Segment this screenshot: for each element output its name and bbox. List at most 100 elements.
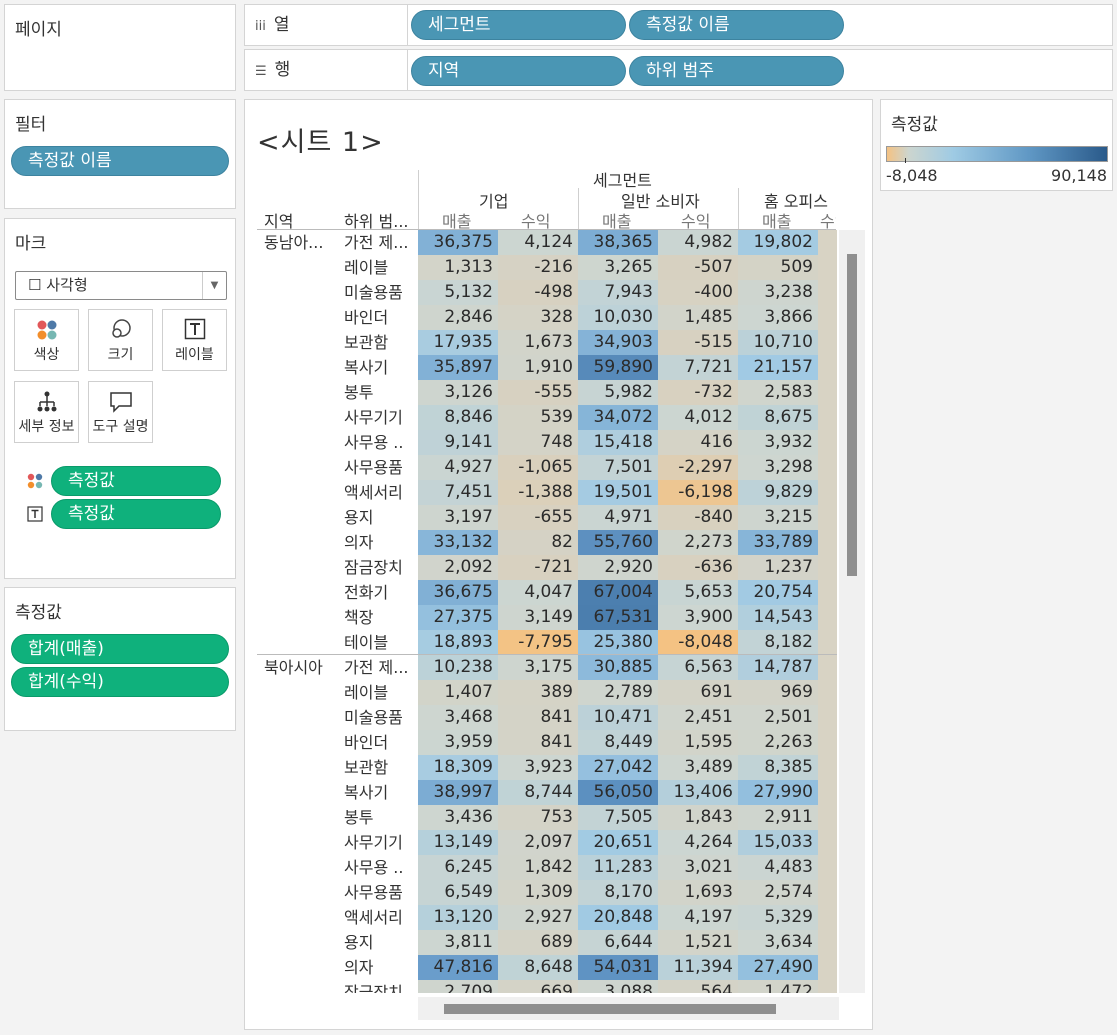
heatmap-cell[interactable]: 6,644 bbox=[578, 930, 658, 955]
heatmap-cell[interactable]: 2,574 bbox=[738, 880, 818, 905]
heatmap-cell[interactable]: 2,709 bbox=[418, 980, 498, 993]
heatmap-cell[interactable]: -655 bbox=[498, 505, 578, 530]
heatmap-cell[interactable]: 27,375 bbox=[418, 605, 498, 630]
heatmap-cell[interactable]: 8,744 bbox=[498, 780, 578, 805]
heatmap-cell[interactable]: 3,811 bbox=[418, 930, 498, 955]
heatmap-cell[interactable]: 2,092 bbox=[418, 555, 498, 580]
heatmap-cell[interactable]: 969 bbox=[738, 680, 818, 705]
heatmap-cell[interactable]: 13,406 bbox=[658, 780, 738, 805]
heatmap-cell[interactable]: 1,309 bbox=[498, 880, 578, 905]
heatmap-cell[interactable]: -216 bbox=[498, 255, 578, 280]
region-label[interactable]: 북아시아 bbox=[264, 655, 342, 680]
heatmap-cell[interactable]: 34,903 bbox=[578, 330, 658, 355]
heatmap-cell[interactable]: 3,436 bbox=[418, 805, 498, 830]
subcategory-label[interactable]: 사무용 .. bbox=[344, 855, 418, 880]
heatmap-cell[interactable]: 1,313 bbox=[418, 255, 498, 280]
heatmap-cell[interactable]: 14,787 bbox=[738, 655, 818, 680]
heatmap-cell[interactable]: -636 bbox=[658, 555, 738, 580]
subcategory-label[interactable]: 가전 제... bbox=[344, 655, 418, 680]
subcategory-label[interactable]: 바인더 bbox=[344, 305, 418, 330]
subcategory-label[interactable]: 레이블 bbox=[344, 680, 418, 705]
heatmap-cell[interactable]: -515 bbox=[658, 330, 738, 355]
filters-panel[interactable]: 필터 측정값 이름 bbox=[4, 99, 236, 209]
heatmap-cell[interactable]: 25,380 bbox=[578, 630, 658, 655]
heatmap-cell[interactable]: 10,471 bbox=[578, 705, 658, 730]
subcategory-label[interactable]: 사무용품 bbox=[344, 880, 418, 905]
heatmap-cell[interactable]: 27,490 bbox=[738, 955, 818, 980]
heatmap-cell[interactable]: 2,273 bbox=[658, 530, 738, 555]
heatmap-cell[interactable]: 6,245 bbox=[418, 855, 498, 880]
heatmap-cell[interactable]: 1,485 bbox=[658, 305, 738, 330]
subcategory-label[interactable]: 전화기 bbox=[344, 580, 418, 605]
heatmap-cell[interactable]: 3,021 bbox=[658, 855, 738, 880]
heatmap-cell[interactable]: -840 bbox=[658, 505, 738, 530]
heatmap-cell[interactable]: 33,132 bbox=[418, 530, 498, 555]
size-button[interactable]: 크기 bbox=[88, 309, 153, 371]
subcategory-label[interactable]: 바인더 bbox=[344, 730, 418, 755]
heatmap-cell[interactable]: 3,923 bbox=[498, 755, 578, 780]
heatmap-cell[interactable]: 67,004 bbox=[578, 580, 658, 605]
heatmap-cell[interactable]: 35,897 bbox=[418, 355, 498, 380]
heatmap-cell[interactable]: 18,893 bbox=[418, 630, 498, 655]
subcategory-label[interactable]: 복사기 bbox=[344, 355, 418, 380]
heatmap-cell[interactable]: 11,394 bbox=[658, 955, 738, 980]
subcategory-label[interactable]: 테이블 bbox=[344, 630, 418, 655]
vertical-scroll-thumb[interactable] bbox=[847, 254, 857, 576]
heatmap-cell[interactable]: 4,047 bbox=[498, 580, 578, 605]
heatmap-cell[interactable]: 9,829 bbox=[738, 480, 818, 505]
subcategory-label[interactable]: 봉투 bbox=[344, 805, 418, 830]
heatmap-cell[interactable]: 56,050 bbox=[578, 780, 658, 805]
tooltip-button[interactable]: 도구 설명 bbox=[88, 381, 153, 443]
heatmap-cell[interactable]: 21,157 bbox=[738, 355, 818, 380]
vertical-scrollbar[interactable] bbox=[839, 230, 865, 993]
heatmap-cell[interactable]: 2,263 bbox=[738, 730, 818, 755]
heatmap-cell[interactable]: 8,675 bbox=[738, 405, 818, 430]
heatmap-cell[interactable]: 669 bbox=[498, 980, 578, 993]
heatmap-cell[interactable]: 7,721 bbox=[658, 355, 738, 380]
subcategory-label[interactable]: 책장 bbox=[344, 605, 418, 630]
heatmap-cell[interactable]: 3,489 bbox=[658, 755, 738, 780]
heatmap-cell[interactable]: 841 bbox=[498, 705, 578, 730]
heatmap-cell[interactable]: 2,451 bbox=[658, 705, 738, 730]
heatmap-cell[interactable]: 5,982 bbox=[578, 380, 658, 405]
heatmap-cell[interactable]: 3,265 bbox=[578, 255, 658, 280]
heatmap-cell[interactable]: 67,531 bbox=[578, 605, 658, 630]
subcategory-label[interactable]: 봉투 bbox=[344, 380, 418, 405]
color-legend[interactable]: 측정값 -8,048 90,148 bbox=[880, 99, 1113, 191]
heatmap-cell[interactable]: 10,238 bbox=[418, 655, 498, 680]
subcategory-label[interactable]: 액세서리 bbox=[344, 480, 418, 505]
subcategory-label[interactable]: 사무용 .. bbox=[344, 430, 418, 455]
heatmap-cell[interactable]: 416 bbox=[658, 430, 738, 455]
rows-pill-region[interactable]: 지역 bbox=[411, 56, 626, 86]
heatmap-cell[interactable]: 17,935 bbox=[418, 330, 498, 355]
heatmap-cell[interactable]: 2,927 bbox=[498, 905, 578, 930]
heatmap-cell[interactable]: 15,033 bbox=[738, 830, 818, 855]
subcategory-label[interactable]: 미술용품 bbox=[344, 705, 418, 730]
subcategory-label[interactable]: 가전 제... bbox=[344, 230, 418, 255]
heatmap-cell[interactable]: -1,065 bbox=[498, 455, 578, 480]
heatmap-cell[interactable]: 1,521 bbox=[658, 930, 738, 955]
subcategory-label[interactable]: 사무용품 bbox=[344, 455, 418, 480]
heatmap-cell[interactable]: 20,848 bbox=[578, 905, 658, 930]
heatmap-cell[interactable]: 2,789 bbox=[578, 680, 658, 705]
subcategory-label[interactable]: 레이블 bbox=[344, 255, 418, 280]
heatmap-cell[interactable]: 10,030 bbox=[578, 305, 658, 330]
heatmap-cell[interactable]: -555 bbox=[498, 380, 578, 405]
color-button[interactable]: 색상 bbox=[14, 309, 79, 371]
heatmap-cell[interactable]: -507 bbox=[658, 255, 738, 280]
subcategory-label[interactable]: 용지 bbox=[344, 930, 418, 955]
heatmap-cell[interactable]: 5,653 bbox=[658, 580, 738, 605]
heatmap-cell[interactable]: 1,843 bbox=[658, 805, 738, 830]
rows-pill-subcategory[interactable]: 하위 범주 bbox=[629, 56, 844, 86]
columns-pill-segment[interactable]: 세그먼트 bbox=[411, 10, 626, 40]
heatmap-cell[interactable]: 1,910 bbox=[498, 355, 578, 380]
heatmap-cell[interactable]: 4,927 bbox=[418, 455, 498, 480]
heatmap-cell[interactable]: 19,802 bbox=[738, 230, 818, 255]
pages-panel[interactable]: 페이지 bbox=[4, 4, 236, 91]
heatmap-cell[interactable]: 27,990 bbox=[738, 780, 818, 805]
subcategory-label[interactable]: 의자 bbox=[344, 955, 418, 980]
heatmap-cell[interactable]: 1,673 bbox=[498, 330, 578, 355]
heatmap-cell[interactable]: 3,634 bbox=[738, 930, 818, 955]
heatmap-cell[interactable]: 564 bbox=[658, 980, 738, 993]
heatmap-cell[interactable]: 1,693 bbox=[658, 880, 738, 905]
